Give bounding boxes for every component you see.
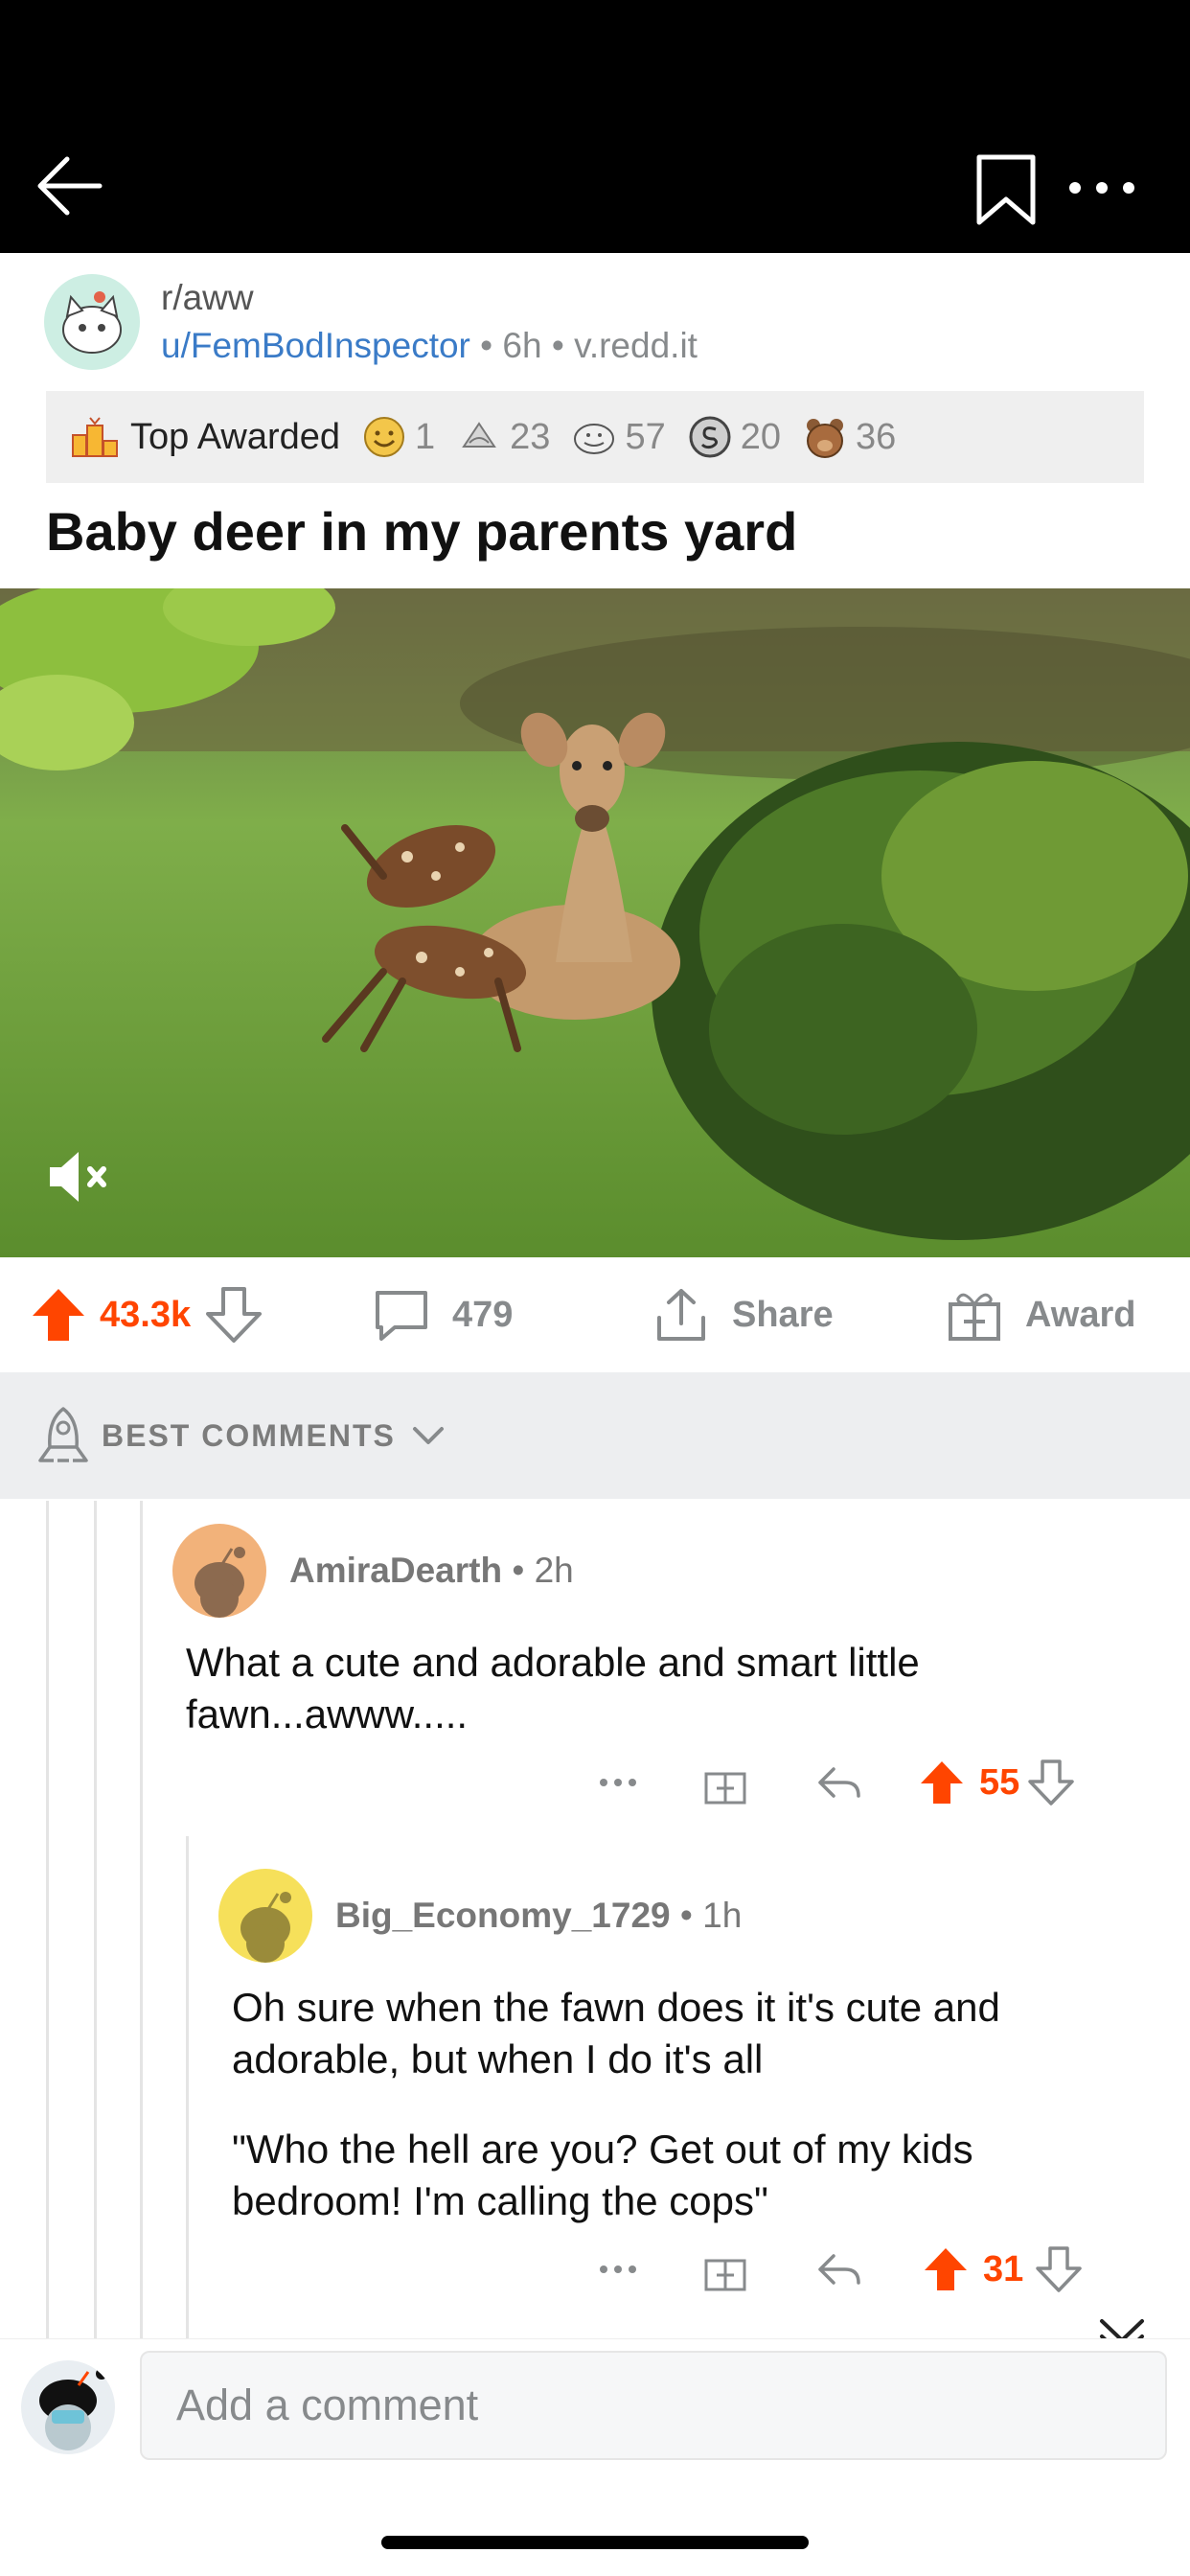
comment-age: • 1h bbox=[679, 1896, 743, 1935]
award-wholesome: 1 bbox=[340, 414, 435, 460]
award-seal: 57 bbox=[550, 414, 666, 460]
silver-award-icon bbox=[689, 416, 731, 458]
avatar[interactable] bbox=[218, 1869, 312, 1963]
video-player[interactable] bbox=[0, 588, 1190, 1257]
deer-video-frame bbox=[0, 588, 1190, 1257]
upvote-arrow-icon[interactable] bbox=[922, 2245, 970, 2293]
comment-author[interactable]: Big_Economy_1729 • 1h bbox=[335, 1896, 742, 1936]
add-comment-input[interactable]: Add a comment bbox=[140, 2351, 1167, 2460]
ellipsis-icon[interactable] bbox=[594, 1773, 642, 1792]
post-age: 6h bbox=[502, 326, 542, 365]
thread-line[interactable] bbox=[46, 1501, 49, 2344]
vote-group: 43.3k bbox=[29, 1257, 263, 1372]
post-score: 43.3k bbox=[100, 1294, 192, 1335]
meta-separator: • bbox=[551, 326, 575, 365]
wholesome-seal-icon bbox=[574, 424, 615, 454]
award-silver: 20 bbox=[666, 414, 781, 460]
comment-body: "Who the hell are you? Get out of my kid… bbox=[232, 2127, 973, 2223]
rocket-icon bbox=[38, 1407, 88, 1462]
comment-sort-bar[interactable]: BEST COMMENTS bbox=[0, 1372, 1190, 1499]
award-count: 57 bbox=[625, 416, 666, 457]
award-button[interactable]: Award bbox=[945, 1257, 1135, 1372]
awards-label: Top Awarded bbox=[130, 416, 341, 457]
gift-icon bbox=[949, 1293, 1000, 1341]
award-helpful: 23 bbox=[435, 414, 550, 460]
thread-line[interactable] bbox=[186, 1836, 189, 2344]
downvote-arrow-icon[interactable] bbox=[1035, 2245, 1083, 2293]
post-meta: u/FemBodInspector • 6h • v.redd.it bbox=[161, 326, 698, 366]
award-label: Award bbox=[1025, 1294, 1136, 1335]
podium-icon bbox=[72, 417, 118, 457]
user-avatar[interactable] bbox=[21, 2360, 115, 2454]
subreddit-avatar[interactable] bbox=[44, 274, 140, 370]
wholesome-award-icon bbox=[364, 417, 405, 457]
top-bar bbox=[0, 0, 1190, 253]
upvote-arrow-icon[interactable] bbox=[918, 1759, 966, 1806]
downvote-arrow-icon[interactable] bbox=[204, 1285, 263, 1345]
comment-score: 31 bbox=[983, 2248, 1024, 2289]
post-title: Baby deer in my parents yard bbox=[46, 501, 798, 562]
reply-icon[interactable] bbox=[814, 2250, 862, 2288]
share-icon bbox=[657, 1289, 705, 1341]
subreddit-name[interactable]: r/aww bbox=[161, 278, 254, 318]
avatar[interactable] bbox=[172, 1524, 266, 1618]
award-count: 36 bbox=[856, 416, 897, 457]
sort-label: BEST COMMENTS bbox=[102, 1417, 396, 1453]
downvote-arrow-icon[interactable] bbox=[1027, 1759, 1075, 1806]
snoo-avatar-icon bbox=[39, 2368, 107, 2450]
ellipsis-icon[interactable] bbox=[594, 2260, 642, 2279]
meta-separator: • bbox=[480, 326, 503, 365]
ellipsis-icon[interactable] bbox=[1064, 169, 1140, 207]
comment-score: 55 bbox=[979, 1761, 1020, 1803]
post-domain[interactable]: v.redd.it bbox=[574, 326, 698, 365]
award-count: 1 bbox=[415, 416, 436, 457]
award-count: 23 bbox=[510, 416, 551, 457]
mute-icon[interactable] bbox=[44, 1146, 117, 1208]
snoo-avatar-icon bbox=[195, 1547, 245, 1618]
post-detail-screen: r/aww u/FemBodInspector • 6h • v.redd.it… bbox=[0, 0, 1190, 2576]
award-count: 20 bbox=[740, 416, 782, 457]
upvote-arrow-icon[interactable] bbox=[29, 1285, 88, 1345]
reply-icon[interactable] bbox=[814, 1763, 862, 1802]
gift-icon[interactable] bbox=[701, 2245, 749, 2293]
comment-body: What a cute and adorable and smart littl… bbox=[186, 1640, 920, 1736]
comment-age-value: 2h bbox=[534, 1551, 574, 1590]
comments-button[interactable]: 479 bbox=[372, 1257, 513, 1372]
comment-count: 479 bbox=[452, 1294, 514, 1335]
comment-actions: 31 bbox=[594, 2241, 1083, 2298]
chevron-down-icon bbox=[412, 1427, 444, 1444]
share-button[interactable]: Share bbox=[652, 1257, 834, 1372]
comment-age-value: 1h bbox=[702, 1896, 743, 1935]
comment-author-name[interactable]: Big_Economy_1729 bbox=[335, 1896, 671, 1935]
helpful-award-icon bbox=[462, 422, 497, 448]
comment-body: Oh sure when the fawn does it it's cute … bbox=[232, 1985, 1000, 2082]
comment-composer-bar: Add a comment bbox=[0, 2338, 1190, 2472]
snoo-avatar-icon bbox=[240, 1892, 291, 1963]
thread-line[interactable] bbox=[94, 1501, 97, 2344]
comment-actions: 55 bbox=[594, 1754, 1075, 1811]
bookmark-icon[interactable] bbox=[973, 153, 1039, 228]
awards-bar[interactable]: Top Awarded 1 23 57 20 36 bbox=[46, 391, 1144, 483]
cat-snoo-icon bbox=[44, 274, 140, 370]
gift-icon[interactable] bbox=[701, 1759, 749, 1806]
thread-line[interactable] bbox=[140, 1501, 143, 2344]
bear-award-icon bbox=[807, 419, 844, 458]
comment-author-name[interactable]: AmiraDearth bbox=[289, 1551, 502, 1590]
comment-age: • 2h bbox=[512, 1551, 574, 1590]
comment-bubble-icon bbox=[376, 1291, 427, 1341]
back-arrow-icon[interactable] bbox=[33, 150, 109, 226]
comment-author[interactable]: AmiraDearth • 2h bbox=[289, 1551, 574, 1591]
home-indicator[interactable] bbox=[381, 2536, 809, 2549]
post-action-bar: 43.3k 479 Share Award bbox=[0, 1257, 1190, 1372]
share-label: Share bbox=[732, 1294, 834, 1335]
award-bear: 36 bbox=[781, 414, 896, 460]
post-author[interactable]: u/FemBodInspector bbox=[161, 326, 470, 365]
